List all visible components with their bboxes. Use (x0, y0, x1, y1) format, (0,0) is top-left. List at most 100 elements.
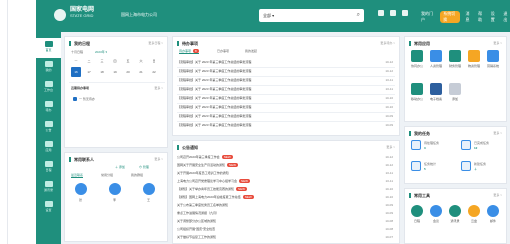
notice-row[interactable]: 关于开展2023年度员工培训工作的通知 (177, 170, 367, 177)
tab-recent[interactable]: 最近联系 (71, 173, 84, 178)
contacts-panel: 常用联系人 更多 > ＋ 添加 ⊖ 管理 最近联系 常用分组 我的群组 张 李 … (64, 152, 168, 242)
sidebar-item-mine[interactable]: 我的 (36, 58, 61, 78)
todo-row-title[interactable]: 【流程审批】关于 2023 年第三季度工作总结的审批流程 (177, 68, 357, 75)
notice-row[interactable]: 【通知】国网上海电力2023年迎峰度夏工作总结 NEW (177, 194, 367, 201)
calendar-day[interactable]: 22 (149, 67, 159, 77)
more-link[interactable]: 更多日程 > (148, 41, 163, 46)
avatar[interactable] (109, 183, 121, 195)
app-icon[interactable] (468, 50, 480, 62)
avatar[interactable] (75, 183, 87, 195)
tab-my-groups[interactable]: 我的群组 (131, 173, 143, 177)
new-badge: NEW (239, 179, 251, 183)
section-more-link[interactable]: 更多 > (154, 86, 163, 91)
system-switch-button[interactable]: 系统切换 (440, 11, 460, 23)
calendar-day[interactable]: 21 (136, 67, 146, 77)
search-icon[interactable]: ⌕ (357, 12, 360, 19)
sidebar-item-todo[interactable]: 待办 (36, 98, 61, 118)
panel-title: 我的任务 (409, 131, 430, 136)
logo-icon[interactable] (54, 9, 66, 21)
notice-row[interactable]: 关于调整部分办公区域的通知 (177, 218, 367, 225)
notice-row[interactable]: 关于做好节后复工工作的通知 (177, 234, 367, 241)
tab-initiated[interactable]: 我的发起 (245, 49, 257, 53)
search-scope-select[interactable]: 全部 ▾ (263, 12, 274, 19)
notice-row[interactable]: 重点工作进展情况通报（九月） (177, 210, 367, 217)
todo-row-title[interactable]: 【流程审批】关于 2023 年第三季度工作总结的审批流程 (177, 59, 357, 66)
app-icon[interactable] (449, 83, 461, 95)
tab-groups[interactable]: 常用分组 (101, 173, 113, 177)
calendar-day[interactable]: 20 (123, 67, 133, 77)
more-link[interactable]: 更多 > (154, 157, 163, 162)
task-icon[interactable] (461, 161, 471, 171)
avatar[interactable] (143, 183, 155, 195)
todo-row-title[interactable]: 【流程审批】关于 2023 年第三季度工作总结的审批流程 (177, 86, 357, 93)
app-label: 营销系统 (486, 64, 499, 68)
more-link[interactable]: 更多 > (493, 131, 502, 136)
panel-title: 常用工具 (409, 193, 430, 198)
todo-row-title[interactable]: 【流程审批】关于 2023 年第三季度工作总结的审批流程 (177, 95, 357, 102)
notice-row[interactable]: 公司组织开展"国庆"安全检查 (177, 226, 367, 233)
tool-icon[interactable] (430, 205, 442, 217)
more-link[interactable]: 更多待办 > (380, 41, 395, 46)
task-icon[interactable] (411, 140, 421, 150)
notice-row[interactable]: 公司召开2023年第三季度工作会 NEW (177, 154, 367, 161)
app-icon[interactable] (449, 50, 461, 62)
calendar-day[interactable]: 17 (84, 67, 94, 77)
app-icon[interactable] (430, 50, 442, 62)
notice-row[interactable]: 上海电力公司召开党委理论学习中心组学习会 NEW (177, 178, 367, 185)
manage-contact-button[interactable]: ⊖ 管理 (139, 165, 149, 169)
task-icon[interactable] (461, 140, 471, 150)
task-icon[interactable] (411, 161, 421, 171)
notice-row[interactable]: 关于公布第三季度优秀员工名单的通知 (177, 202, 367, 209)
grid-icon[interactable] (378, 10, 384, 16)
user-icon[interactable] (402, 10, 408, 16)
tool-icon[interactable] (411, 205, 423, 217)
todo-panel: 待办事项 更多待办 > 待办事项 8 已办事项 我的发起 【流程审批】关于 202… (172, 36, 400, 136)
tab-todo[interactable]: 待办事项 8 (179, 49, 199, 54)
notice-row[interactable]: 【通知】关于举办青年员工技能竞赛的通知 NEW (177, 186, 367, 193)
sidebar-item-apps[interactable]: 应用 (36, 138, 61, 158)
notice-row-date: 10-10 (385, 187, 393, 191)
search-input[interactable]: 全部 ▾ ⌕ (259, 9, 364, 22)
sidebar-item-contacts[interactable]: 通讯录 (36, 178, 61, 198)
tab-done[interactable]: 已办事项 (217, 49, 229, 53)
tool-icon[interactable] (487, 205, 499, 217)
calendar-day[interactable]: 19 (110, 67, 120, 77)
todo-row-title[interactable]: 【流程审批】关于 2023 年第三季度工作总结的审批流程 (177, 122, 357, 129)
calendar-day[interactable]: 18 (97, 67, 107, 77)
todo-row-title[interactable]: 【流程审批】关于 2023 年第三季度工作总结的审批流程 (177, 77, 357, 84)
todo-row-title[interactable]: 【流程审批】关于 2023 年第三季度工作总结的审批流程 (177, 113, 357, 120)
help-link[interactable]: 帮助 (478, 11, 485, 23)
app-window: 国家电网 STATE GRID 国网上海市电力公司 全部 ▾ ⌕ 我的门户 系统… (0, 0, 510, 244)
app-icon[interactable] (411, 83, 423, 95)
sidebar-item-settings[interactable]: 设置 (36, 198, 61, 218)
sidebar-item-home[interactable]: 首页 (36, 38, 61, 58)
sidebar-item-workbench[interactable]: 工作台 (36, 78, 61, 98)
more-link[interactable]: 更多 > (386, 145, 395, 150)
todo-row-date: 10-12 (385, 69, 393, 73)
notice-row-title: 公司组织开展"国庆"安全检查 (177, 227, 216, 231)
app-icon[interactable] (487, 50, 499, 62)
tool-label: 云盘 (470, 219, 477, 223)
app-icon[interactable] (430, 83, 442, 95)
weekday-label: 日 (152, 59, 156, 63)
portal-link[interactable]: 我的门户 (421, 11, 434, 23)
bell-icon[interactable] (390, 10, 396, 16)
sidebar-item-calendar[interactable]: 日程 (36, 158, 61, 178)
divider (69, 82, 165, 83)
sidebar-item-notice[interactable]: 公告 (36, 118, 61, 138)
left-edge (0, 0, 8, 244)
app-icon[interactable] (411, 50, 423, 62)
todo-row-date: 10-11 (385, 87, 393, 91)
add-contact-button[interactable]: ＋ 添加 (115, 165, 125, 169)
notice-row[interactable]: 国网关于开展安全生产月活动的通知 NEW (177, 162, 367, 169)
more-link[interactable]: 更多 > (493, 41, 502, 46)
year-select[interactable]: 2023年 ▾ (95, 50, 107, 54)
logout-link[interactable]: 退出 (503, 11, 510, 23)
more-link[interactable]: 更多 > (493, 193, 502, 198)
tool-icon[interactable] (449, 205, 461, 217)
tool-icon[interactable] (468, 205, 480, 217)
todo-row-title[interactable]: 【流程审批】关于 2023 年第三季度工作总结的审批流程 (177, 104, 357, 111)
message-link[interactable]: 消息 (466, 11, 473, 23)
calendar-day[interactable]: 16 (71, 67, 81, 77)
settings-link[interactable]: 设置 (491, 11, 498, 23)
